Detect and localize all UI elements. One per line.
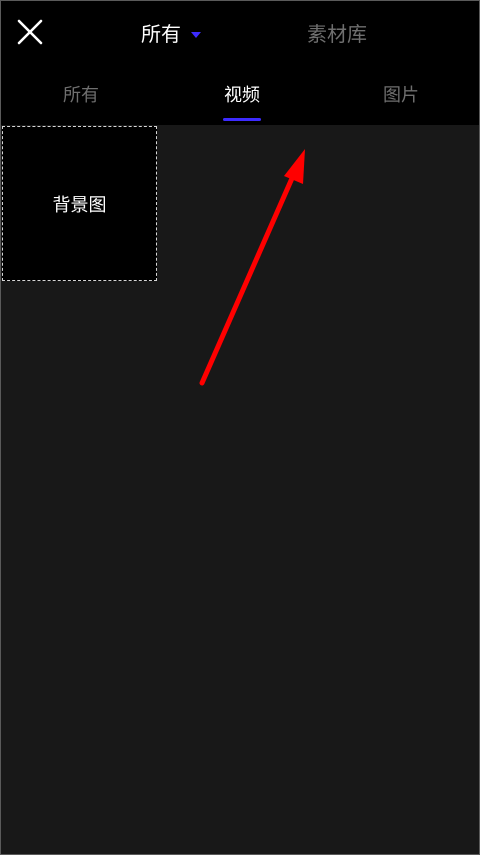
media-tile-label: 背景图 xyxy=(52,194,107,216)
media-grid: 背景图 xyxy=(1,125,479,854)
source-dropdown[interactable]: 所有 xyxy=(141,19,201,49)
tab-image[interactable]: 图片 xyxy=(381,81,421,111)
source-dropdown-label: 所有 xyxy=(141,22,181,46)
top-bar: 所有 素材库 xyxy=(1,1,479,65)
material-library-tab[interactable]: 素材库 xyxy=(307,19,367,49)
media-type-tabs: 所有 视频 图片 xyxy=(1,65,479,125)
media-tile-background[interactable]: 背景图 xyxy=(2,126,157,281)
tab-all[interactable]: 所有 xyxy=(61,81,101,111)
active-tab-indicator xyxy=(223,118,261,121)
media-picker-screen: 所有 素材库 所有 视频 图片 背景图 xyxy=(0,0,480,855)
tab-video[interactable]: 视频 xyxy=(222,81,262,111)
close-icon xyxy=(17,19,43,45)
close-button[interactable] xyxy=(15,17,45,47)
caret-down-icon xyxy=(191,32,201,38)
